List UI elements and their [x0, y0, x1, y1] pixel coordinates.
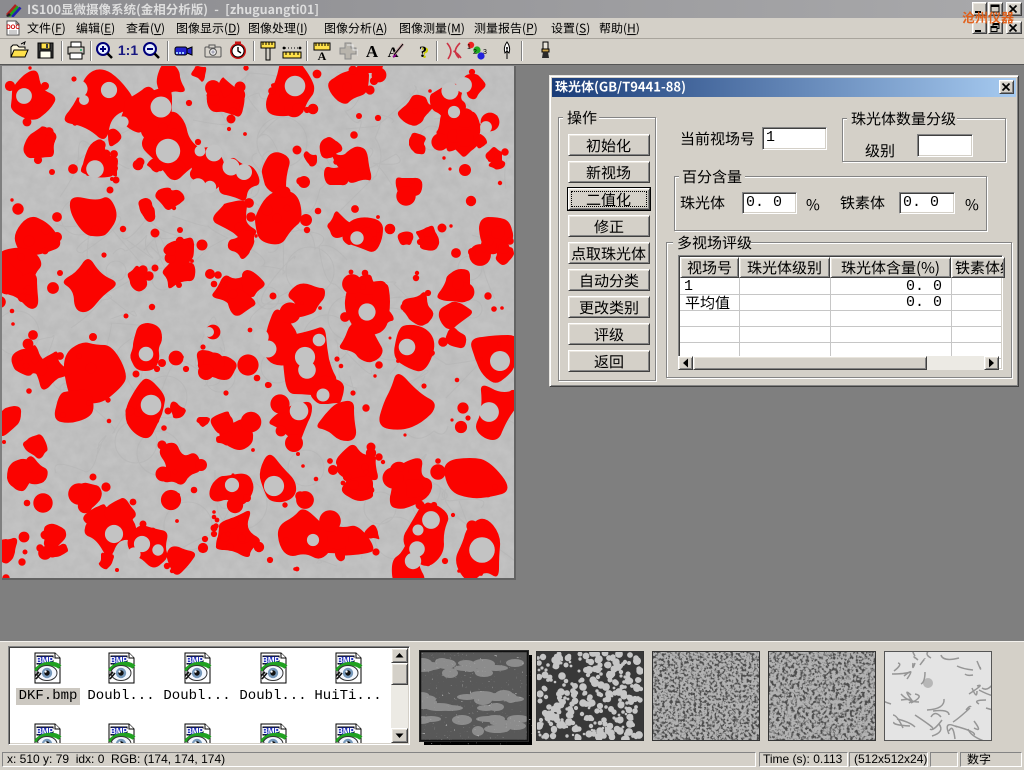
svg-text:DOC: DOC [6, 25, 20, 31]
svg-text:A: A [318, 49, 327, 61]
svg-text:?: ? [419, 44, 427, 61]
svg-text:1: 1 [467, 44, 471, 51]
svg-text:A: A [366, 42, 379, 61]
svg-text:1:1: 1:1 [118, 42, 138, 58]
svg-text:3: 3 [483, 49, 487, 56]
svg-text:2: 2 [473, 49, 477, 56]
